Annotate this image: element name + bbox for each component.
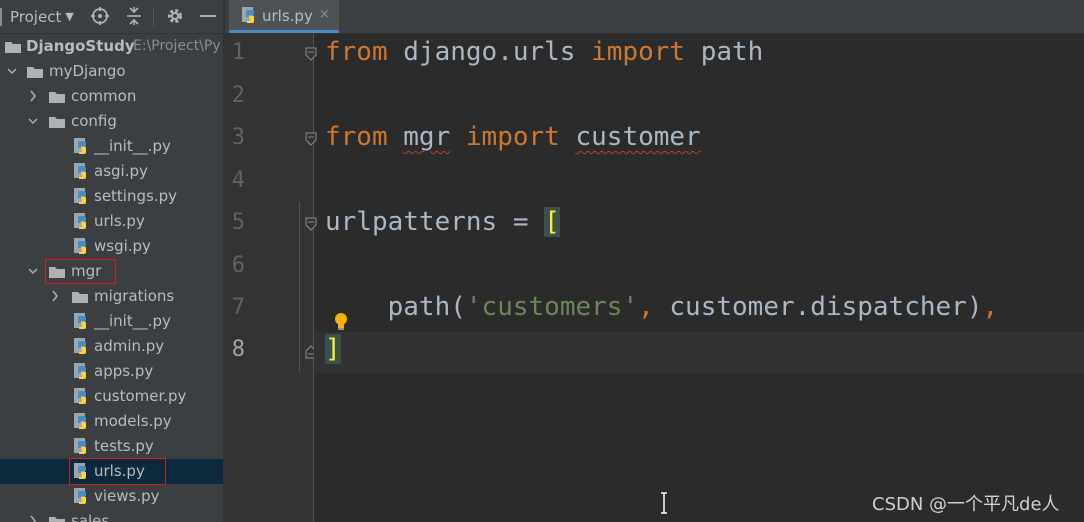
- locate-file-icon[interactable]: [90, 6, 110, 26]
- chevron-down-icon[interactable]: [27, 113, 39, 129]
- project-panel: Project ▼ DjangoStudy E:\Project\Py myDj…: [0, 0, 223, 522]
- line-number: 1: [231, 40, 245, 65]
- code-line-1: from django.urls import path: [325, 37, 764, 67]
- python-file-icon: [74, 313, 86, 329]
- python-file-icon: [74, 488, 86, 504]
- tree-item-migrations[interactable]: migrations: [0, 284, 223, 309]
- tree-item-label: config: [71, 112, 117, 130]
- current-line-highlight: [314, 332, 1084, 373]
- folder-icon: [49, 117, 65, 128]
- tree-item-config-urls[interactable]: urls.py: [0, 209, 223, 234]
- line-number: 8: [231, 337, 245, 362]
- tree-item-settings[interactable]: settings.py: [0, 184, 223, 209]
- code-line-7: path('customers', customer.dispatcher),: [387, 292, 999, 322]
- tree-item-customer[interactable]: customer.py: [0, 384, 223, 409]
- line-number: 3: [231, 125, 245, 150]
- tree-item-label: myDjango: [49, 62, 126, 80]
- folder-icon: [27, 67, 43, 78]
- line-number: 6: [231, 253, 245, 278]
- python-file-icon: [74, 413, 86, 429]
- chevron-down-icon: ▼: [65, 10, 74, 23]
- tree-item-label: migrations: [94, 287, 175, 305]
- chevron-right-icon[interactable]: [27, 513, 39, 522]
- tree-item-label: sales: [71, 512, 110, 522]
- code-line-5: urlpatterns = [: [325, 207, 560, 237]
- tree-item-mydjango[interactable]: myDjango: [0, 59, 223, 84]
- tree-item-label: wsgi.py: [94, 237, 151, 255]
- tree-item-tests[interactable]: tests.py: [0, 434, 223, 459]
- python-file-icon: [74, 238, 86, 254]
- tree-item-config-init[interactable]: __init__.py: [0, 134, 223, 159]
- line-number: 5: [231, 210, 245, 235]
- python-file-icon: [74, 363, 86, 379]
- tree-item-label: views.py: [94, 487, 160, 505]
- folder-icon: [49, 92, 65, 103]
- code-line-3: from mgr import customer: [325, 122, 701, 152]
- tree-item-label: settings.py: [94, 187, 177, 205]
- close-icon[interactable]: ×: [319, 7, 330, 22]
- tree-item-apps[interactable]: apps.py: [0, 359, 223, 384]
- python-file-icon: [74, 163, 86, 179]
- tree-item-label: common: [71, 87, 137, 105]
- line-number: 7: [231, 295, 245, 320]
- highlight-box-mgr: [45, 259, 116, 284]
- tree-item-common[interactable]: common: [0, 84, 223, 109]
- python-file-icon: [74, 388, 86, 404]
- tab-label: urls.py: [262, 7, 313, 25]
- tree-item-config[interactable]: config: [0, 109, 223, 134]
- folder-icon: [49, 517, 65, 522]
- tree-item-label: __init__.py: [94, 312, 171, 330]
- python-file-icon: [74, 188, 86, 204]
- gear-icon[interactable]: [165, 6, 185, 26]
- tree-item-label: models.py: [94, 412, 172, 430]
- code-line-8: ]: [325, 334, 341, 364]
- code-editor[interactable]: from django.urls import path from mgr im…: [314, 34, 1084, 522]
- tree-item-djangostudy[interactable]: DjangoStudy E:\Project\Py: [0, 34, 223, 59]
- tree-item-label: apps.py: [94, 362, 154, 380]
- folder-icon: [5, 42, 21, 53]
- python-file-icon: [74, 138, 86, 154]
- highlight-box-urls: [69, 458, 166, 485]
- tree-item-label: tests.py: [94, 437, 154, 455]
- tree-item-models[interactable]: models.py: [0, 409, 223, 434]
- tree-item-label: customer.py: [94, 387, 187, 405]
- tree-item-mgr-init[interactable]: __init__.py: [0, 309, 223, 334]
- text-cursor-icon: [661, 492, 667, 514]
- project-view-selector[interactable]: Project ▼: [0, 7, 74, 26]
- line-number: 4: [231, 168, 245, 193]
- tree-item-label: asgi.py: [94, 162, 148, 180]
- project-path: E:\Project\Py: [133, 38, 221, 54]
- tree-item-sales[interactable]: sales: [0, 509, 223, 522]
- project-view-label: Project: [10, 7, 62, 26]
- project-toolbar: Project ▼: [0, 0, 223, 34]
- collapse-all-icon[interactable]: [124, 6, 144, 26]
- chevron-down-icon[interactable]: [27, 263, 39, 279]
- python-file-icon: [242, 7, 254, 23]
- chevron-right-icon[interactable]: [27, 88, 39, 104]
- python-file-icon: [74, 213, 86, 229]
- tree-item-views[interactable]: views.py: [0, 484, 223, 509]
- editor-tab-bar: urls.py ×: [225, 0, 1084, 34]
- tree-item-label: __init__.py: [94, 137, 171, 155]
- tree-item-label: urls.py: [94, 212, 145, 230]
- minimize-icon[interactable]: [198, 6, 218, 26]
- chevron-down-icon[interactable]: [6, 63, 18, 79]
- tree-item-label: admin.py: [94, 337, 165, 355]
- python-file-icon: [74, 338, 86, 354]
- line-number: 2: [231, 83, 245, 108]
- folder-icon: [72, 292, 88, 303]
- watermark: CSDN @一个平凡de人: [872, 494, 1060, 515]
- python-file-icon: [74, 438, 86, 454]
- tab-urls-py[interactable]: urls.py ×: [229, 0, 339, 33]
- chevron-right-icon[interactable]: [49, 288, 61, 304]
- indent-guide: [299, 202, 300, 372]
- tree-item-asgi[interactable]: asgi.py: [0, 159, 223, 184]
- tree-item-label: DjangoStudy: [26, 37, 135, 55]
- lightbulb-icon[interactable]: [333, 311, 349, 333]
- tree-item-admin[interactable]: admin.py: [0, 334, 223, 359]
- tree-item-wsgi[interactable]: wsgi.py: [0, 234, 223, 259]
